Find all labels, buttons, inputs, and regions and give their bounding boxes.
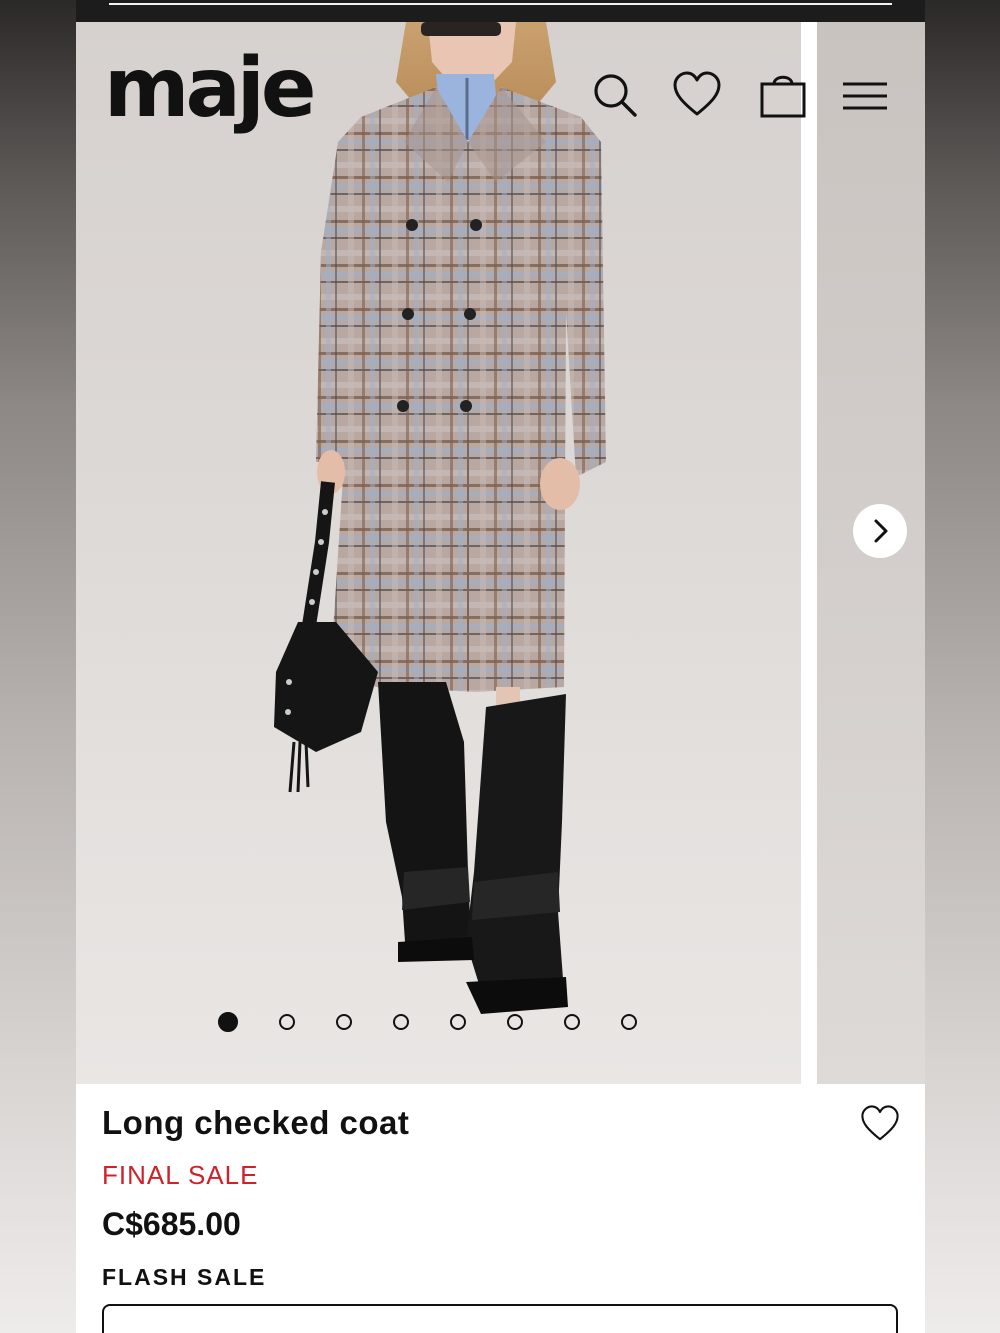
- carousel-dot[interactable]: [564, 1014, 580, 1030]
- brand-logo[interactable]: maje: [104, 48, 316, 130]
- model-photo: [274, 22, 606, 1014]
- carousel-dot[interactable]: [279, 1014, 295, 1030]
- carousel-dot[interactable]: [450, 1014, 466, 1030]
- size-select-box[interactable]: [102, 1304, 898, 1333]
- chevron-right-icon: [874, 519, 888, 543]
- search-icon[interactable]: [590, 70, 640, 120]
- browser-top-bar: [76, 0, 925, 22]
- shopping-bag-icon[interactable]: [758, 70, 808, 120]
- carousel-dot[interactable]: [393, 1014, 409, 1030]
- carousel-pagination: [218, 1012, 637, 1032]
- wishlist-heart-icon[interactable]: [672, 70, 722, 120]
- top-bar-divider: [109, 3, 892, 5]
- product-info: Long checked coat FINAL SALE C$685.00 FL…: [76, 1084, 925, 1333]
- final-sale-label: FINAL SALE: [102, 1160, 259, 1190]
- carousel-dot[interactable]: [507, 1014, 523, 1030]
- product-image-carousel[interactable]: [76, 22, 925, 1084]
- product-title: Long checked coat: [102, 1104, 410, 1141]
- carousel-dot[interactable]: [218, 1012, 238, 1032]
- product-image-main[interactable]: [76, 22, 801, 1084]
- flash-sale-label: FLASH SALE: [102, 1264, 267, 1290]
- mobile-page: maje Long checked coat FINAL SALE C$685.…: [76, 0, 925, 1333]
- menu-icon[interactable]: [840, 70, 890, 120]
- heart-outline-icon[interactable]: [860, 1104, 900, 1144]
- carousel-next-button[interactable]: [853, 504, 907, 558]
- product-price: C$685.00: [102, 1206, 241, 1242]
- site-header: maje: [76, 22, 925, 162]
- carousel-dot[interactable]: [336, 1014, 352, 1030]
- carousel-dot[interactable]: [621, 1014, 637, 1030]
